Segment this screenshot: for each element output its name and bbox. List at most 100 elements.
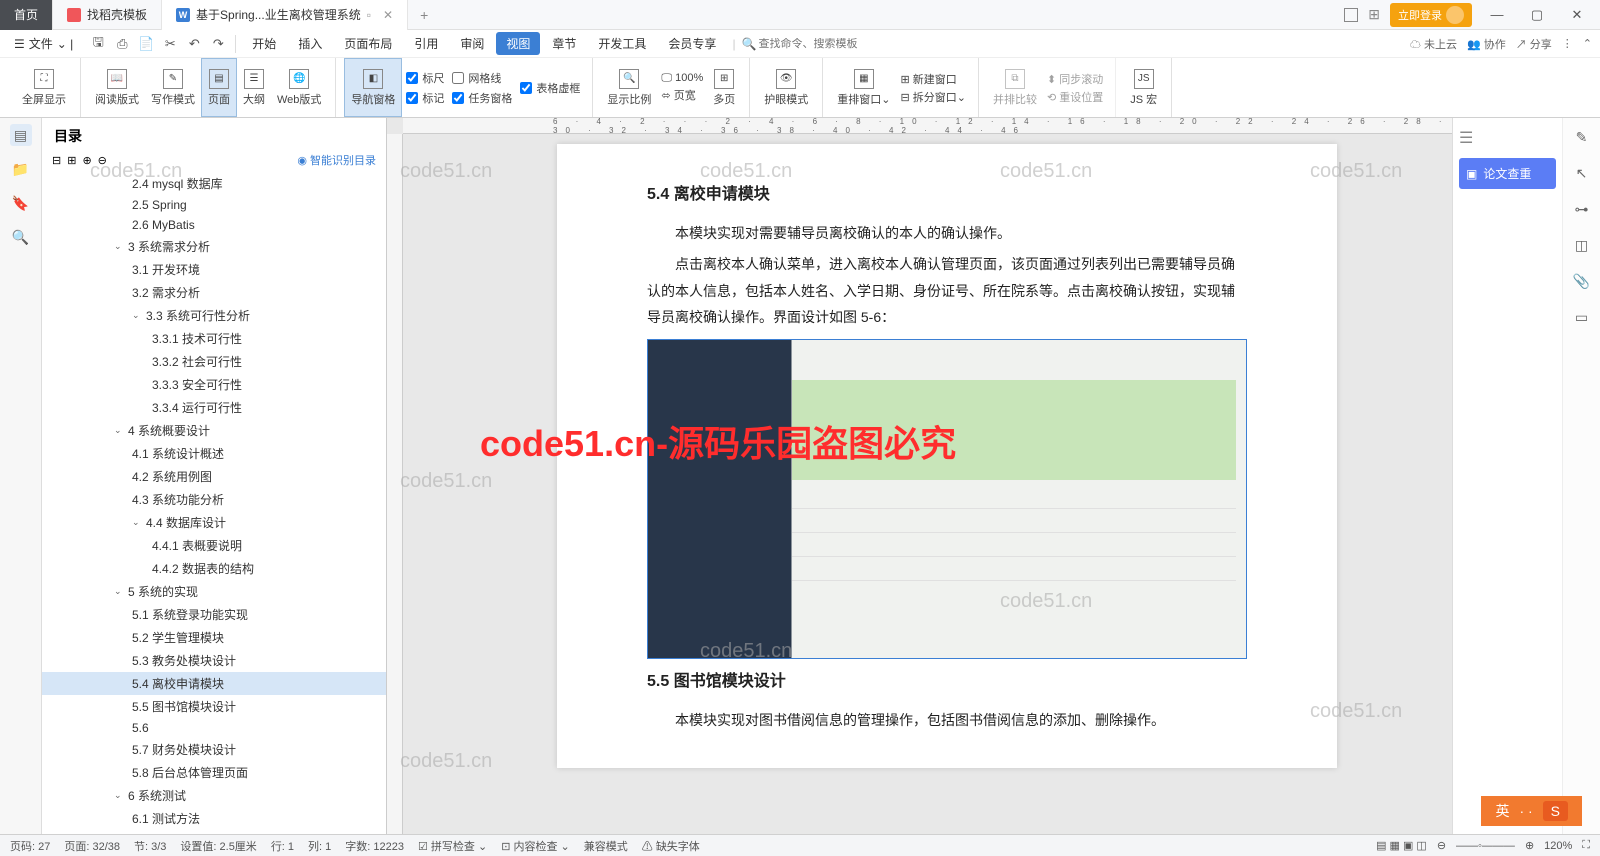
tab-home[interactable]: 首页 [0,0,53,30]
chevron-down-icon[interactable]: ⌄ [114,241,126,252]
redo-icon[interactable]: ↷ [209,35,227,53]
expand-icon[interactable]: ⊕ [82,154,91,167]
tree-item[interactable]: 4.4.2 数据表的结构 [42,557,386,580]
paper-check-button[interactable]: ▣论文查重 [1459,158,1556,189]
tree-item[interactable]: 6.1 测试方法 [42,807,386,830]
mark-checkbox[interactable]: 标记 [406,90,444,106]
status-compat[interactable]: 兼容模式 [584,838,628,854]
tree-item[interactable]: 3.3.4 运行可行性 [42,396,386,419]
collapse-all-icon[interactable]: ⊟ [52,154,61,167]
rearrange-button[interactable]: ▦重排窗口⌄ [831,58,896,117]
align-icon[interactable]: ☰ [1459,128,1556,148]
tab-dropdown-icon[interactable]: ▫ [367,8,371,22]
chevron-down-icon[interactable]: ⌄ [114,586,126,597]
tree-item[interactable]: 3.3.1 技术可行性 [42,327,386,350]
zoom-slider[interactable]: ——◦——— [1456,840,1515,852]
page-tool-icon[interactable]: ▭ [1573,308,1591,326]
save-icon[interactable]: 🖫 [89,35,107,53]
select-tool-icon[interactable]: ↖ [1573,164,1591,182]
write-mode-button[interactable]: ✎写作模式 [145,58,201,117]
tree-item[interactable]: 3.3.2 社会可行性 [42,350,386,373]
zoom-100-button[interactable]: 🖵 100% [661,72,703,85]
new-tab-button[interactable]: + [408,7,440,23]
zoom-value[interactable]: 120% [1544,840,1572,852]
read-mode-button[interactable]: 📖阅读版式 [89,58,145,117]
newwin-button[interactable]: ⊞ 新建窗口 [900,71,966,87]
menu-reference[interactable]: 引用 [404,32,448,55]
tree-item[interactable]: 5.1 系统登录功能实现 [42,603,386,626]
nav-pane-button[interactable]: ◧导航窗格 [344,58,402,117]
outline-mode-button[interactable]: ☰大纲 [237,58,271,117]
tableframe-checkbox[interactable]: 表格虚框 [520,80,580,96]
ruler-checkbox[interactable]: 标尺 [406,70,444,86]
fit-icon[interactable]: ⛶ [1582,839,1590,852]
object-tool-icon[interactable]: ◫ [1573,236,1591,254]
tree-item[interactable]: 2.6 MyBatis [42,215,386,235]
menu-start[interactable]: 开始 [242,32,286,55]
command-search-input[interactable] [759,38,899,50]
tree-item[interactable]: 3.2 需求分析 [42,281,386,304]
status-section[interactable]: 节: 3/3 [134,838,166,854]
outline-tab-icon[interactable]: ▤ [10,124,32,146]
eyecare-button[interactable]: 👁护眼模式 [758,58,814,117]
tree-item[interactable]: ⌄6 系统测试 [42,784,386,807]
collapse-icon[interactable]: ⊖ [98,154,107,167]
print-icon[interactable]: ⎙ [113,35,131,53]
tree-item[interactable]: ⌄4 系统概要设计 [42,419,386,442]
tree-item[interactable]: ⌄3.3 系统可行性分析 [42,304,386,327]
tree-item[interactable]: 5.3 教务处模块设计 [42,649,386,672]
multipage-button[interactable]: ⊞多页 [707,58,741,117]
tree-item[interactable]: 5.7 财务处模块设计 [42,738,386,761]
expand-all-icon[interactable]: ⊞ [67,154,76,167]
paste-icon[interactable]: ✂ [161,35,179,53]
screenshot-image[interactable] [647,339,1247,659]
status-row[interactable]: 行: 1 [271,838,294,854]
status-words[interactable]: 字数: 12223 [345,838,404,854]
tree-item[interactable]: 4.3 系统功能分析 [42,488,386,511]
page-mode-button[interactable]: ▤页面 [201,58,237,117]
maximize-button[interactable]: ▢ [1522,7,1552,23]
close-icon[interactable]: ✕ [383,8,393,22]
zoom-out-icon[interactable]: ⊖ [1437,839,1446,852]
splitwin-button[interactable]: ⊟ 拆分窗口⌄ [900,89,966,105]
attach-tool-icon[interactable]: 📎 [1573,272,1591,290]
status-pages[interactable]: 页面: 32/38 [64,838,120,854]
document-area[interactable]: 6 · 4 · 2 · · · 2 · 4 · 6 · 8 · 10 · 12 … [387,118,1452,834]
collapse-ribbon-icon[interactable]: ⌃ [1583,37,1592,50]
collab-button[interactable]: 👥 协作 [1467,36,1506,52]
edit-tool-icon[interactable]: ✎ [1573,128,1591,146]
tree-item[interactable]: 5.8 后台总体管理页面 [42,761,386,784]
tree-item[interactable]: ⌄4.4 数据库设计 [42,511,386,534]
chevron-down-icon[interactable]: ⌄ [114,425,126,436]
chevron-down-icon[interactable]: ⌄ [132,517,144,528]
search-tab-icon[interactable]: 🔍 [10,226,32,248]
bookmark-tab-icon[interactable]: 🔖 [10,192,32,214]
apps-icon[interactable]: ⊞ [1368,6,1380,23]
status-missfont[interactable]: ⚠ 缺失字体 [642,838,700,854]
more-icon[interactable]: ⋮ [1562,37,1573,50]
cloud-status[interactable]: ☁ 未上云 [1410,36,1457,52]
menu-insert[interactable]: 插入 [288,32,332,55]
fullscreen-button[interactable]: ⛶全屏显示 [16,58,72,117]
tree-item[interactable]: ⌄3 系统需求分析 [42,235,386,258]
status-setvalue[interactable]: 设置值: 2.5厘米 [180,838,256,854]
pagewidth-button[interactable]: ⬄ 页宽 [661,87,703,103]
tree-item[interactable]: 4.2 系统用例图 [42,465,386,488]
preview-icon[interactable]: 📄 [137,35,155,53]
undo-icon[interactable]: ↶ [185,35,203,53]
chevron-down-icon[interactable]: ⌄ [132,310,144,321]
menu-dev[interactable]: 开发工具 [588,32,656,55]
ime-indicator[interactable]: 英· ·S [1481,796,1582,826]
tree-item[interactable]: 3.3.3 安全可行性 [42,373,386,396]
menu-vip[interactable]: 会员专享 [658,32,726,55]
menu-review[interactable]: 审阅 [450,32,494,55]
file-menu[interactable]: ☰ 文件 ⌄ | [8,35,79,52]
minimize-button[interactable]: — [1482,7,1512,22]
settings-tool-icon[interactable]: ⊶ [1573,200,1591,218]
tree-item[interactable]: 5.6 [42,718,386,738]
tree-item[interactable]: 5.5 图书馆模块设计 [42,695,386,718]
login-button[interactable]: 立即登录 [1390,3,1472,27]
folder-tab-icon[interactable]: 📁 [10,158,32,180]
chevron-down-icon[interactable]: ⌄ [114,790,126,801]
tree-item[interactable]: 5.2 学生管理模块 [42,626,386,649]
